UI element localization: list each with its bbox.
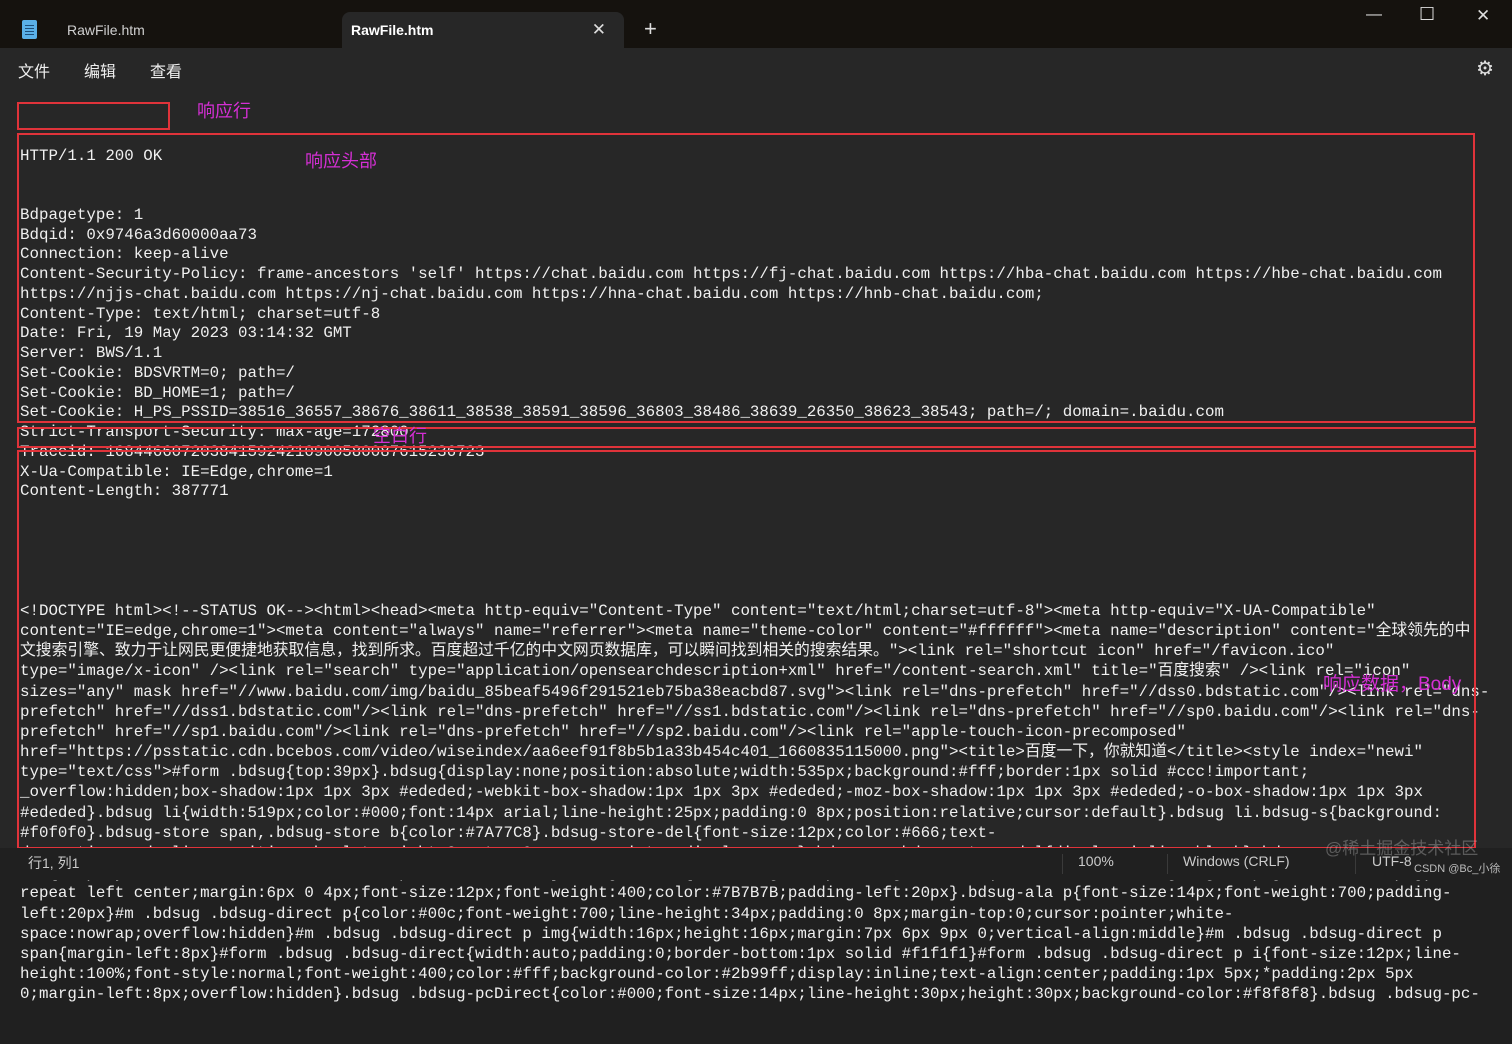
headers-box <box>17 133 1475 423</box>
tab-rawfile-1[interactable]: RawFile.htm <box>0 12 335 48</box>
divider <box>1167 854 1168 874</box>
tab-rawfile-2-active[interactable]: RawFile.htm ✕ <box>342 12 624 48</box>
headers-annotation: 响应头部 <box>305 151 377 171</box>
menu-edit[interactable]: 编辑 <box>84 58 116 82</box>
body-line: span{margin-left:8px}#form .bdsug .bdsug… <box>20 944 1461 963</box>
body-line: left:20px}#m .bdsug .bdsug-direct p{colo… <box>20 904 1234 923</box>
close-tab-icon[interactable]: ✕ <box>592 20 606 40</box>
new-tab-button[interactable]: + <box>644 16 657 42</box>
menu-bar: 文件 编辑 查看 ⚙ <box>0 48 1512 88</box>
body-line: repeat left center;margin:6px 0 4px;font… <box>20 884 1452 903</box>
status-line-annotation: 响应行 <box>197 101 251 121</box>
status-bar: 行1, 列1 100% Windows (CRLF) UTF-8 <box>0 848 1512 880</box>
settings-gear-icon[interactable]: ⚙ <box>1476 56 1494 81</box>
body-annotation: 响应数据，Body <box>1323 674 1462 695</box>
body-box <box>17 450 1476 849</box>
body-line: space:nowrap;overflow:hidden}#m .bdsug .… <box>20 924 1442 943</box>
menu-file[interactable]: 文件 <box>18 58 50 82</box>
body-line: 0;margin-left:8px;overflow:hidden}.bdsug… <box>20 985 1480 1004</box>
close-window-button[interactable]: ✕ <box>1476 6 1490 26</box>
menu-view[interactable]: 查看 <box>150 58 182 82</box>
vertical-scrollbar[interactable] <box>1498 88 1512 848</box>
line-ending: Windows (CRLF) <box>1183 853 1290 869</box>
divider <box>1062 854 1063 874</box>
zoom-level: 100% <box>1078 853 1114 869</box>
tab-label: RawFile.htm <box>67 22 145 38</box>
minimize-button[interactable]: — <box>1366 6 1382 24</box>
juejin-watermark: @稀土掘金技术社区 <box>1325 839 1479 858</box>
body-line: height:100%;font-style:normal;font-weigh… <box>20 965 1414 984</box>
blank-line-box <box>17 427 1476 448</box>
blank-line-annotation: 空白行 <box>373 426 427 446</box>
csdn-watermark: CSDN @Bc_小徐 <box>1414 863 1501 875</box>
notepad-icon <box>22 20 37 39</box>
tab-label: RawFile.htm <box>351 22 434 38</box>
cursor-position: 行1, 列1 <box>28 855 80 871</box>
title-bar: RawFile.htm RawFile.htm ✕ + — ☐ ✕ <box>0 0 1512 48</box>
status-line-box <box>17 102 170 130</box>
maximize-button[interactable]: ☐ <box>1419 4 1435 25</box>
